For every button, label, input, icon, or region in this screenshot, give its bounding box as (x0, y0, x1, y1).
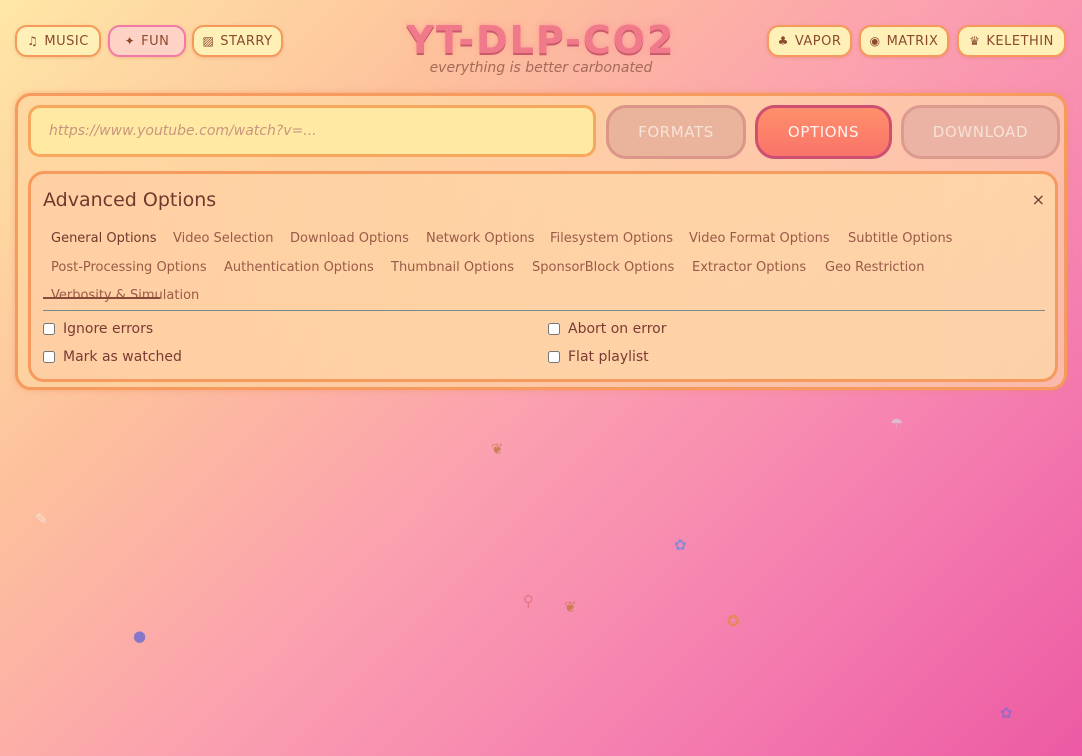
ignore-errors-checkbox[interactable] (43, 323, 55, 335)
watering-can-sticker-icon: ☂ (890, 415, 904, 433)
racket-sticker-icon: ⚲ (523, 592, 534, 610)
theme-button-vapor[interactable]: ♣ VAPOR (767, 25, 852, 57)
tab-network-options[interactable]: Network Options (426, 231, 535, 246)
tab-sponsorblock-options[interactable]: SponsorBlock Options (532, 260, 674, 275)
elf-icon: ♛ (969, 34, 981, 48)
formats-button[interactable]: FORMATS (606, 105, 746, 159)
theme-button-kelethin[interactable]: ♛ KELETHIN (957, 25, 1066, 57)
yarn-ball-sticker-icon: ● (133, 627, 147, 645)
flat-playlist-checkbox[interactable] (548, 351, 560, 363)
tab-video-selection[interactable]: Video Selection (173, 231, 273, 246)
checkbox-label: Mark as watched (63, 349, 182, 365)
app-subtitle: everything is better carbonated (429, 60, 653, 76)
advanced-options-title: Advanced Options (43, 189, 217, 211)
active-tab-indicator (43, 297, 160, 299)
mark-as-watched-checkbox[interactable] (43, 351, 55, 363)
tab-download-options[interactable]: Download Options (290, 231, 409, 246)
checkbox-label: Ignore errors (63, 321, 154, 337)
tab-subtitle-options[interactable]: Subtitle Options (848, 231, 952, 246)
tab-geo-restriction[interactable]: Geo Restriction (825, 260, 924, 275)
leaf-sticker-icon: ❦ (491, 440, 504, 458)
abort-on-error-option[interactable]: Abort on error (548, 321, 667, 337)
url-input[interactable] (28, 105, 596, 157)
checkbox-label: Flat playlist (568, 349, 649, 365)
close-icon[interactable]: × (1032, 190, 1045, 209)
tab-verbosity-simulation[interactable]: Verbosity & Simulation (51, 288, 199, 303)
options-tab-bar: General Options Video Selection Download… (43, 226, 1045, 311)
flat-playlist-option[interactable]: Flat playlist (548, 349, 649, 365)
palm-tree-icon: ♣ (777, 34, 789, 48)
options-button[interactable]: OPTIONS (755, 105, 892, 159)
sunglasses-icon: ◉ (869, 34, 881, 48)
theme-label: MATRIX (886, 33, 939, 49)
tab-video-format-options[interactable]: Video Format Options (689, 231, 830, 246)
bubble-sticker-icon: ✿ (1000, 704, 1013, 722)
tab-thumbnail-options[interactable]: Thumbnail Options (391, 260, 514, 275)
theme-label: VAPOR (794, 33, 842, 49)
leaf-sticker-icon: ❦ (564, 598, 577, 616)
octopus-sticker-icon: ✿ (674, 536, 687, 554)
teddy-bear-sticker-icon: ✪ (727, 612, 740, 630)
tab-general-options[interactable]: General Options (51, 231, 157, 246)
bone-sticker-icon: ✎ (35, 510, 48, 528)
tab-authentication-options[interactable]: Authentication Options (224, 260, 374, 275)
download-button[interactable]: DOWNLOAD (901, 105, 1060, 159)
mark-as-watched-option[interactable]: Mark as watched (43, 349, 182, 365)
tab-extractor-options[interactable]: Extractor Options (692, 260, 806, 275)
ignore-errors-option[interactable]: Ignore errors (43, 321, 153, 337)
advanced-options-panel: Advanced Options × General Options Video… (28, 171, 1058, 382)
abort-on-error-checkbox[interactable] (548, 323, 560, 335)
tab-filesystem-options[interactable]: Filesystem Options (550, 231, 673, 246)
tab-post-processing-options[interactable]: Post-Processing Options (51, 260, 207, 275)
theme-button-matrix[interactable]: ◉ MATRIX (859, 25, 949, 57)
theme-label: KELETHIN (986, 33, 1054, 49)
main-panel: FORMATS OPTIONS DOWNLOAD Advanced Option… (15, 93, 1067, 390)
checkbox-label: Abort on error (568, 321, 667, 337)
